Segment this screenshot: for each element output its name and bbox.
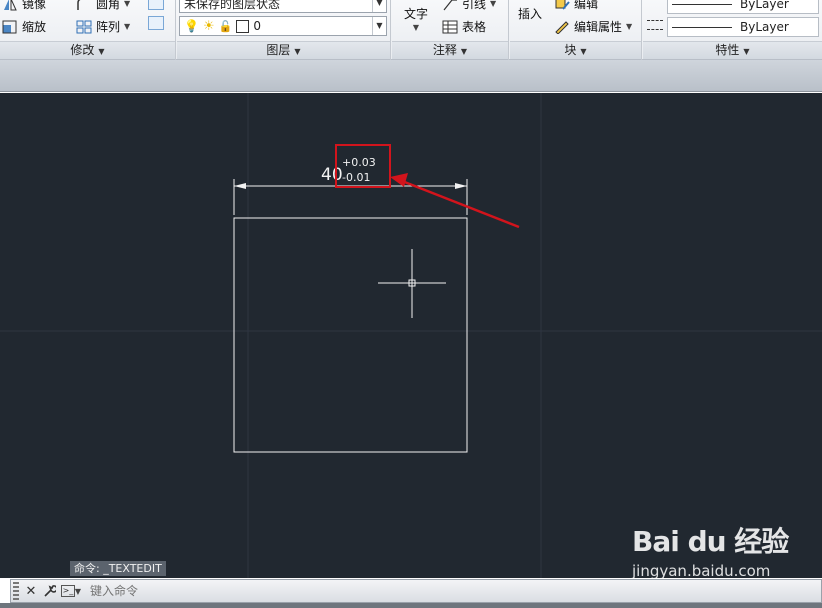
- panel-title-properties[interactable]: 特性 ▼: [643, 41, 822, 59]
- panel-title-modify[interactable]: 修改 ▼: [0, 41, 175, 59]
- layer-dropdown[interactable]: 💡 ☀ 🔓 0 ▼: [179, 16, 387, 36]
- annotation-arrow-shaft: [401, 179, 520, 229]
- bulb-icon[interactable]: 💡: [184, 19, 199, 33]
- linetype-icon: [647, 20, 663, 30]
- offset-icon: [148, 16, 164, 30]
- edit-attribute-label: 编辑属性: [574, 20, 623, 34]
- fillet-button[interactable]: 圆角 ▼: [76, 0, 130, 12]
- array-icon: [76, 20, 92, 34]
- text-label: 文字: [404, 7, 429, 21]
- panel-modify: 镜像 圆角 ▼ 缩放 阵列 ▼ 修改 ▼: [0, 0, 176, 60]
- watermark: Bai du 经验 jingyan.baidu.com: [632, 520, 818, 582]
- chevron-down-icon[interactable]: ▼: [124, 22, 130, 31]
- insert-label: 插入: [518, 7, 543, 21]
- array-button[interactable]: 阵列 ▼: [76, 18, 130, 35]
- panel-title-block[interactable]: 块 ▼: [510, 41, 641, 59]
- command-history: 命令: _TEXTEDIT: [70, 561, 166, 576]
- chevron-down-icon: ▼: [372, 0, 386, 12]
- watermark-url: jingyan.baidu.com: [632, 562, 771, 580]
- chevron-down-icon: ▼: [743, 47, 750, 56]
- chevron-down-icon: ▼: [294, 47, 301, 56]
- leader-label: 引线: [462, 0, 487, 11]
- chevron-down-icon: ▼: [412, 23, 420, 32]
- extra-modify-button[interactable]: [148, 0, 164, 10]
- wrench-icon[interactable]: [40, 581, 58, 601]
- scale-button[interactable]: 缩放: [2, 18, 46, 35]
- fillet-label: 圆角: [96, 0, 121, 11]
- panel-title-layers[interactable]: 图层 ▼: [177, 41, 390, 59]
- watermark-brand: Bai du 经验: [632, 525, 789, 558]
- annotation-arrow-head: [390, 173, 408, 187]
- chevron-down-icon[interactable]: ▼: [124, 0, 130, 8]
- drawing-canvas[interactable]: 40 +0.03 -0.01: [0, 93, 822, 578]
- layer-color-swatch[interactable]: [236, 19, 250, 33]
- drawing-svg: [0, 93, 822, 578]
- mirror-label: 镜像: [22, 0, 47, 11]
- layer-state-value: 未保存的图层状态: [184, 0, 281, 11]
- insert-button[interactable]: 插入: [518, 5, 542, 22]
- drawn-rectangle: [233, 217, 468, 453]
- extra-modify-button-2[interactable]: [148, 16, 164, 30]
- leader-icon: [442, 0, 458, 11]
- close-icon[interactable]: ✕: [22, 581, 40, 601]
- chevron-down-icon: ▼: [74, 586, 82, 596]
- fillet-icon: [76, 0, 92, 11]
- scale-label: 缩放: [22, 20, 47, 34]
- chevron-down-icon: ▼: [460, 47, 468, 56]
- prompt-icon[interactable]: >_ ▼: [58, 581, 84, 601]
- linetype-sample: [672, 26, 732, 28]
- chevron-down-icon: ▼: [490, 0, 497, 8]
- dimension-arrow-right: [455, 183, 467, 189]
- linetype-value: ByLayer: [740, 20, 789, 34]
- lock-icon[interactable]: 🔓: [219, 20, 233, 33]
- current-layer-value: 0: [253, 19, 261, 33]
- leader-button[interactable]: 引线 ▼: [442, 0, 496, 12]
- command-line: ✕ >_ ▼: [10, 579, 822, 603]
- mirror-icon: [2, 0, 18, 11]
- panel-layers: 未保存的图层状态 ▼ 💡 ☀ 🔓 0 ▼ 图层 ▼: [177, 0, 391, 60]
- mirror-button[interactable]: 镜像: [2, 0, 46, 12]
- lineweight-sample: [672, 3, 732, 5]
- block-edit-icon: [554, 0, 570, 11]
- table-label: 表格: [462, 20, 487, 34]
- dimension-arrow-left: [234, 183, 246, 189]
- layer-state-dropdown[interactable]: 未保存的图层状态 ▼: [179, 0, 387, 13]
- status-edge: [0, 603, 822, 608]
- sun-icon[interactable]: ☀: [203, 19, 215, 34]
- lineweight-dropdown[interactable]: ByLayer: [667, 0, 819, 14]
- scale-icon: [2, 20, 18, 34]
- block-edit-label: 编辑: [574, 0, 599, 11]
- ribbon: 镜像 圆角 ▼ 缩放 阵列 ▼ 修改 ▼ 未保存的图层状态 ▼ 💡 ☀ 🔓 0 …: [0, 0, 822, 60]
- tolerance-highlight-box: [335, 144, 391, 188]
- linetype-row: [647, 20, 663, 30]
- command-line-grip[interactable]: [13, 582, 19, 600]
- chevron-down-icon[interactable]: ▼: [626, 22, 632, 31]
- table-icon: [442, 20, 458, 34]
- chevron-down-icon: ▼: [98, 47, 105, 56]
- file-tab-strip: [0, 60, 822, 92]
- table-button[interactable]: 表格: [442, 18, 486, 35]
- array-label: 阵列: [96, 20, 121, 34]
- panel-properties: ByLayer ByLayer 特性 ▼: [643, 0, 822, 60]
- copy-icon: [148, 0, 164, 10]
- chevron-down-icon: ▼: [580, 47, 587, 56]
- chevron-down-icon: ▼: [372, 17, 386, 35]
- panel-title-annotation[interactable]: 注释 ▼: [392, 41, 508, 59]
- edit-attribute-button[interactable]: 编辑属性 ▼: [554, 18, 632, 35]
- text-button[interactable]: 文字 ▼: [404, 5, 428, 32]
- panel-annotation: 文字 ▼ 引线 ▼ 表格 注释 ▼: [392, 0, 509, 60]
- edit-attribute-icon: [554, 20, 570, 35]
- command-input[interactable]: [84, 581, 821, 601]
- panel-block: 插入 编辑 编辑属性 ▼ 块 ▼: [510, 0, 642, 60]
- lineweight-value: ByLayer: [740, 0, 789, 11]
- linetype-dropdown[interactable]: ByLayer: [667, 17, 819, 37]
- block-edit-button[interactable]: 编辑: [554, 0, 598, 12]
